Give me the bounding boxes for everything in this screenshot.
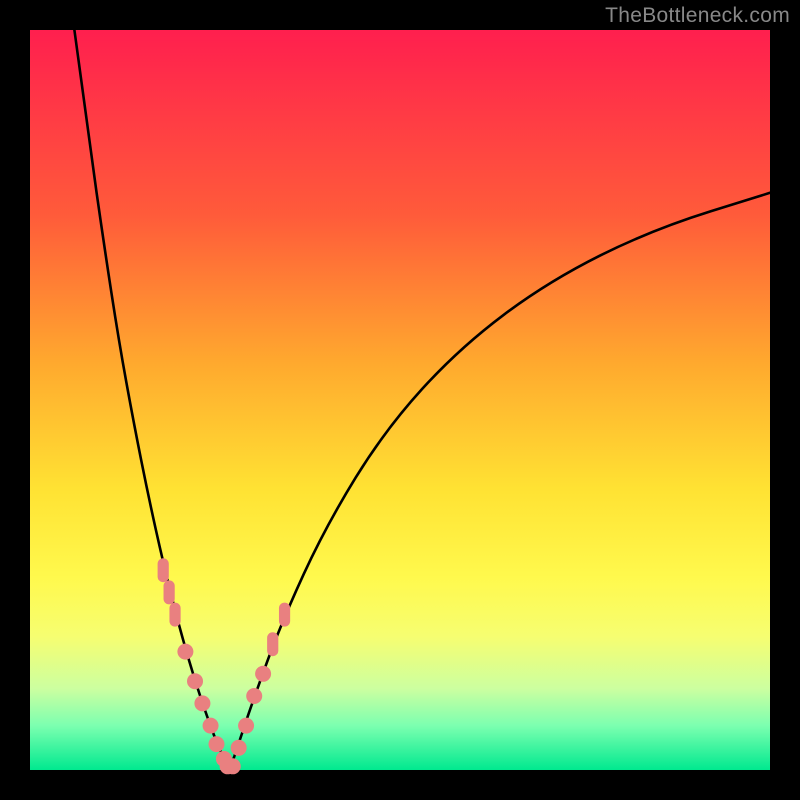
watermark-text: TheBottleneck.com: [605, 4, 790, 28]
bottleneck-curve: [30, 30, 770, 770]
plot-gradient-area: [30, 30, 770, 770]
bead: [267, 632, 278, 656]
bead: [238, 718, 254, 734]
bead: [246, 688, 262, 704]
bead: [169, 603, 180, 627]
chart-frame: TheBottleneck.com: [0, 0, 800, 800]
bead: [225, 758, 241, 774]
bead: [158, 558, 169, 582]
bead: [203, 718, 219, 734]
bead: [231, 740, 247, 756]
bead-cluster: [158, 558, 291, 774]
bead: [208, 736, 224, 752]
bead: [177, 644, 193, 660]
bead: [279, 603, 290, 627]
bead: [164, 580, 175, 604]
bead: [255, 666, 271, 682]
bead: [187, 673, 203, 689]
bead: [194, 695, 210, 711]
